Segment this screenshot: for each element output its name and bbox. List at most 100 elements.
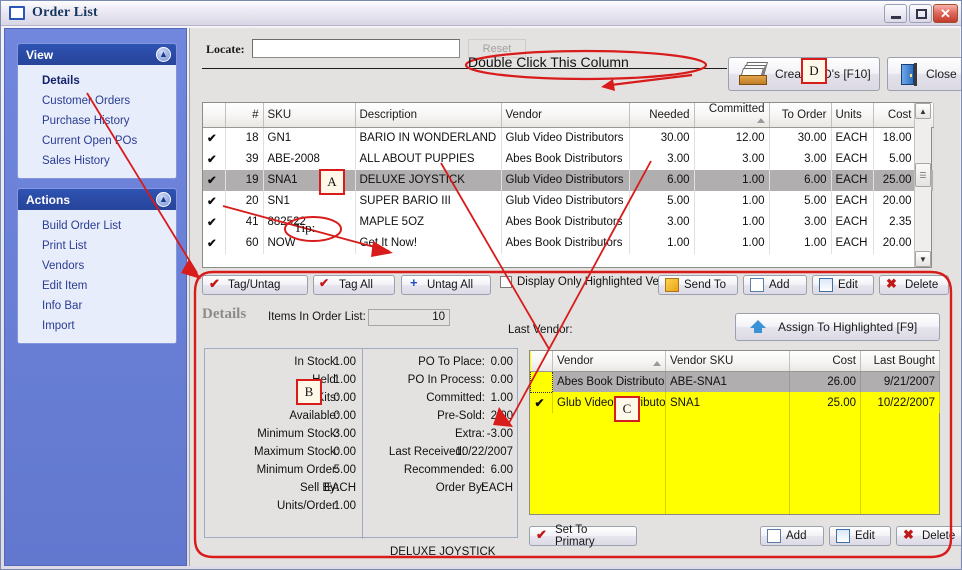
row-needed: 3.00 [629,211,695,233]
items-in-order-list-value: 10 [368,309,450,326]
vcol-last-bought[interactable]: Last Bought [860,351,940,372]
scrollbar-thumb[interactable]: ☰ [915,163,931,187]
row-vendor: Glub Video Distributors [501,190,630,212]
row-needed: 3.00 [629,148,695,170]
edit-order-button[interactable]: Edit [812,275,874,295]
table-row[interactable]: Abes Book Distributors ABE-SNA1 26.00 9/… [530,370,940,393]
row-committed: 12.00 [694,127,770,149]
minimize-button[interactable] [884,4,907,23]
sidebar-item-customer-orders[interactable]: Customer Orders [18,91,176,111]
callout-d: D [801,58,827,84]
maximize-button[interactable] [909,4,932,23]
col-vendor[interactable]: Vendor [501,103,630,128]
close-window-button[interactable]: ✕ [933,4,958,23]
vcol-tag[interactable] [530,351,553,372]
vrow-tag[interactable] [530,370,553,393]
delete-order-label: Delete [905,279,939,291]
sidebar-item-edit-item[interactable]: Edit Item [18,276,176,296]
sidebar-panel-view-body: Details Customer Orders Purchase History… [18,65,176,178]
delete-vendor-button[interactable]: Delete [896,526,961,546]
col-to-order[interactable]: To Order [769,103,832,128]
add-order-button[interactable]: Add [743,275,807,295]
add-vendor-button[interactable]: Add [760,526,824,546]
table-row[interactable]: ✔ Glub Video Distributors SNA1 25.00 10/… [530,392,940,413]
row-tag[interactable]: ✔ [203,211,226,233]
display-only-highlighted-vendor-checkbox[interactable]: Display Only Highlighted Vendor [500,276,682,288]
scroll-up-icon[interactable]: ▲ [915,103,931,119]
vrow-cost: 26.00 [789,371,861,392]
sidebar-panel-actions-header[interactable]: Actions ▲ [18,189,176,210]
row-tag[interactable]: ✔ [203,148,226,170]
tag-untag-button[interactable]: Tag/Untag [202,275,308,295]
col-tag[interactable] [203,103,226,128]
sidebar-panel-view-header[interactable]: View ▲ [18,44,176,65]
vendor-grid[interactable]: Vendor Vendor SKU Cost Last Bought Abes … [529,350,940,515]
locate-input[interactable] [252,39,460,58]
row-units: EACH [831,169,874,191]
vcol-cost[interactable]: Cost [789,351,861,372]
assign-to-highlighted-label: Assign To Highlighted [F9] [778,320,918,334]
sidebar-item-print-list[interactable]: Print List [18,236,176,256]
sidebar-item-info-bar[interactable]: Info Bar [18,296,176,316]
row-sku: GN1 [263,127,356,149]
field-value-maximum-stock: 0.00 [333,446,356,458]
sidebar-item-build-order-list[interactable]: Build Order List [18,216,176,236]
tag-untag-label: Tag/Untag [228,279,281,291]
order-grid[interactable]: # SKU Description Vendor Needed Committe… [202,102,934,268]
row-cost: 18.00 [873,127,917,149]
order-grid-scrollbar[interactable]: ▲ ☰ ▼ [914,103,931,267]
row-tag[interactable]: ✔ [203,127,226,149]
close-button[interactable]: Close [887,57,961,91]
row-description: ALL ABOUT PUPPIES [355,148,502,170]
col-needed[interactable]: Needed [629,103,695,128]
col-units[interactable]: Units [831,103,874,128]
scroll-down-icon[interactable]: ▼ [915,251,931,267]
edit-vendor-button[interactable]: Edit [829,526,891,546]
sidebar-item-sales-history[interactable]: Sales History [18,151,176,171]
row-committed: 1.00 [694,232,770,254]
tag-all-button[interactable]: Tag All [313,275,395,295]
vcol-vendor[interactable]: Vendor [552,351,666,372]
callout-b: B [296,379,322,405]
field-value-available: 0.00 [333,410,356,422]
sidebar-item-purchase-history[interactable]: Purchase History [18,111,176,131]
field-value-order-by: EACH [481,482,513,494]
row-tag[interactable]: ✔ [203,169,226,191]
sidebar-item-vendors[interactable]: Vendors [18,256,176,276]
row-cost: 2.35 [873,211,917,233]
row-vendor: Abes Book Distributors [501,211,630,233]
row-tag[interactable]: ✔ [203,190,226,212]
vcol-vendor-sku[interactable]: Vendor SKU [665,351,790,372]
table-row[interactable]: ✔ 18 GN1 BARIO IN WONDERLAND Glub Video … [203,127,934,149]
chevron-up-icon[interactable]: ▲ [156,192,171,207]
sidebar-item-details[interactable]: Details [18,71,176,91]
chevron-up-icon[interactable]: ▲ [156,47,171,62]
close-icon: ✕ [940,5,951,21]
sidebar-item-import[interactable]: Import [18,316,176,336]
col-cost[interactable]: Cost [873,103,917,128]
row-cost: 5.00 [873,148,917,170]
table-row[interactable]: ✔ 39 ABE-2008 ALL ABOUT PUPPIES Abes Boo… [203,148,934,170]
untag-all-button[interactable]: Untag All [401,275,491,295]
sidebar-item-current-open-pos[interactable]: Current Open POs [18,131,176,151]
edit-vendor-label: Edit [855,530,875,542]
row-needed: 6.00 [629,169,695,191]
set-to-primary-button[interactable]: Set To Primary [529,524,637,548]
vendor-grid-empty-area[interactable] [530,413,939,514]
table-row[interactable]: ✔ 19 SNA1 DELUXE JOYSTICK Glub Video Dis… [203,169,934,191]
row-tag[interactable]: ✔ [203,232,226,254]
vrow-tag[interactable]: ✔ [530,392,553,413]
delete-order-button[interactable]: Delete [879,275,949,295]
col-sku[interactable]: SKU [263,103,356,128]
checkbox-icon[interactable] [500,276,512,288]
send-icon [665,278,679,292]
col-description[interactable]: Description [355,103,502,128]
locate-label: Locate: [206,42,245,56]
send-to-button[interactable]: Send To [658,275,738,295]
col-committed[interactable]: Committed [694,103,770,128]
assign-to-highlighted-button[interactable]: Assign To Highlighted [F9] [735,313,940,341]
vrow-last-bought: 9/21/2007 [860,371,940,392]
col-number[interactable]: # [225,103,264,128]
exit-door-icon [901,62,917,86]
table-row[interactable]: ✔ 20 SN1 SUPER BARIO III Glub Video Dist… [203,190,934,212]
